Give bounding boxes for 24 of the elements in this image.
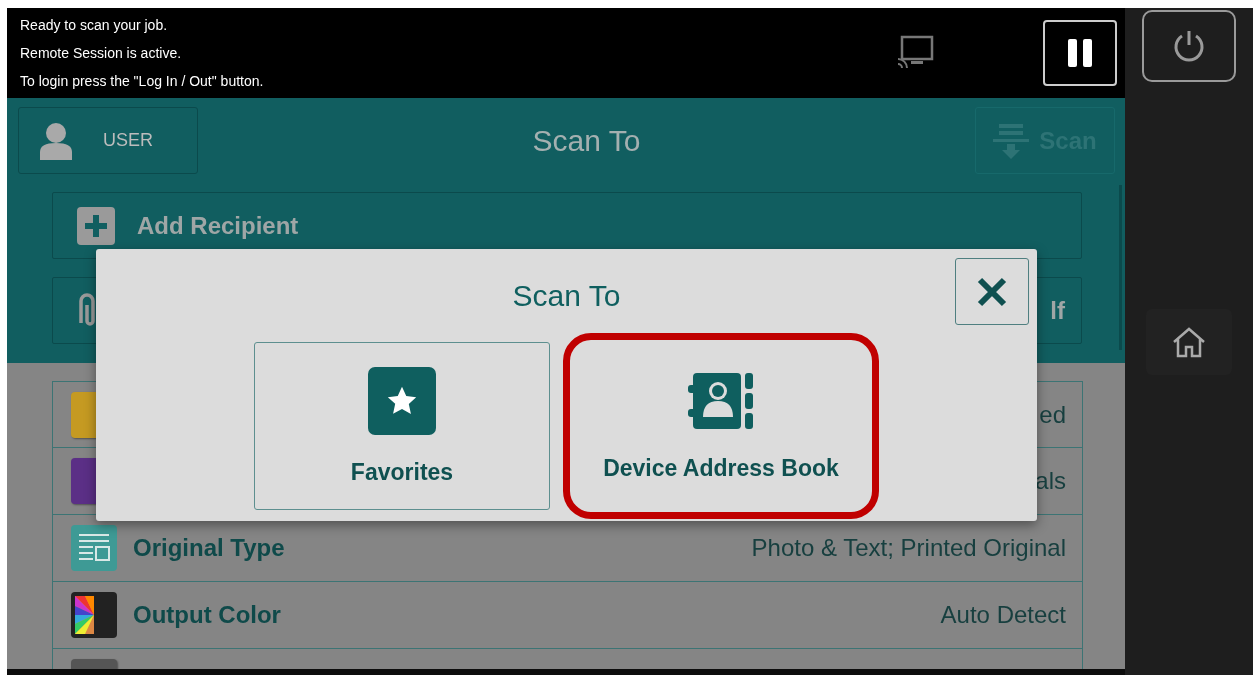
dialog-title: Scan To [512, 279, 621, 313]
plus-icon [77, 206, 115, 245]
user-icon [39, 121, 73, 160]
color-wheel-icon [71, 592, 117, 638]
option-button[interactable]: Device Address Book [563, 333, 879, 519]
status-message: Ready to scan your job. [20, 16, 169, 35]
close-icon [976, 275, 1008, 308]
page-title: Scan To [531, 123, 642, 158]
address-book-icon [687, 370, 755, 431]
status-message: Remote Session is active. [20, 44, 183, 63]
option-button[interactable]: Favorites [254, 342, 550, 510]
pause-button[interactable] [1043, 20, 1117, 86]
close-button[interactable] [955, 258, 1029, 325]
document-icon [71, 525, 117, 571]
status-message: To login press the "Log In / Out" button. [20, 72, 265, 91]
home-icon [1171, 326, 1207, 358]
remote-display-icon [897, 35, 935, 71]
scanner-icon [993, 121, 1030, 160]
setting-row[interactable]: Original Type Photo & Text; Printed Original [52, 515, 1083, 582]
home-button[interactable] [1146, 309, 1232, 375]
power-button[interactable] [1142, 10, 1236, 82]
attachment-icon [77, 292, 97, 329]
setting-row[interactable]: Output Color Auto Detect [52, 582, 1083, 649]
user-button[interactable]: USER [18, 107, 198, 174]
